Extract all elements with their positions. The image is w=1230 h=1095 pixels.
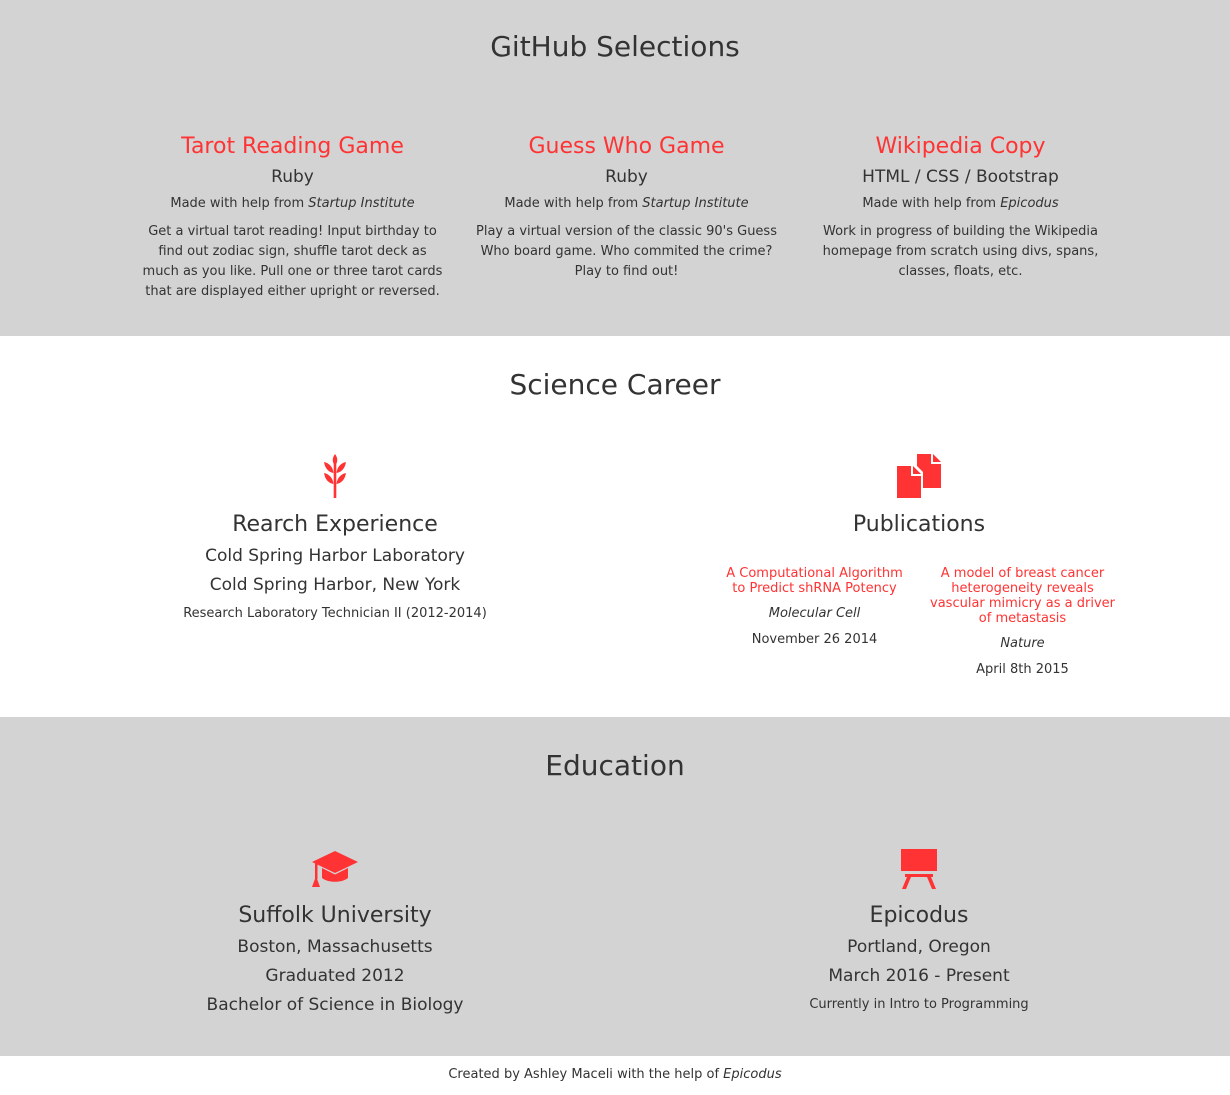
footer-org: Epicodus [723,1067,782,1082]
project-language: HTML / CSS / Bootstrap [862,167,1059,187]
research-experience: Rearch Experience Cold Spring Harbor Lab… [170,454,500,624]
project-description: Play a virtual version of the classic 90… [476,224,777,279]
help-prefix: Made with help from [170,196,305,211]
help-prefix: Made with help from [504,196,639,211]
school-degree: Bachelor of Science in Biology [206,995,464,1015]
project-title-link[interactable]: Tarot Reading Game [140,132,445,162]
section-title: Science Career [509,368,721,401]
school-name: Suffolk University [238,903,432,928]
footer: Created by Ashley Maceli with the help o… [0,1056,1230,1095]
research-title: Rearch Experience [232,512,438,537]
graduation-cap-icon [312,851,358,887]
research-org: Cold Spring Harbor Laboratory [205,546,465,566]
project-title-link[interactable]: Guess Who Game [474,132,779,162]
project-help: Made with help from Startup Institute [140,194,445,214]
footer-middle: with the help of [617,1067,720,1082]
project-description: Work in progress of building the Wikiped… [822,224,1099,279]
school-detail: March 2016 - Present [828,966,1010,986]
publication-date: November 26 2014 [751,632,878,647]
project-language: Ruby [271,167,314,187]
school-card: Epicodus Portland, Oregon March 2016 - P… [754,849,1084,1015]
footer-prefix: Created by [448,1067,520,1082]
project-description: Get a virtual tarot reading! Input birth… [142,224,443,299]
help-prefix: Made with help from [862,196,997,211]
publications-title: Publications [852,512,986,537]
help-org: Epicodus [1000,196,1059,211]
publication-title-link[interactable]: A Computational Algorithm to Predict shR… [722,566,907,596]
school-location: Portland, Oregon [847,937,991,957]
section-title: Education [545,749,685,782]
publications-block: Publications [754,454,1084,540]
footer-author: Ashley Maceli [524,1067,613,1082]
research-role: Research Laboratory Technician II (2012-… [183,606,487,621]
school-name: Epicodus [869,903,969,928]
publication-date: April 8th 2015 [976,662,1069,677]
school-card: Suffolk University Boston, Massachusetts… [170,849,500,1020]
github-section: GitHub Selections Tarot Reading Game Rub… [0,0,1230,336]
publication-journal: Nature [1000,636,1045,651]
project-card: Wikipedia Copy HTML / CSS / Bootstrap Ma… [808,132,1113,282]
publication-item: A model of breast cancer heterogeneity r… [930,566,1115,680]
education-section: Education Suffolk University Boston, Mas… [0,717,1230,1056]
project-help: Made with help from Startup Institute [474,194,779,214]
research-location: Cold Spring Harbor, New York [209,575,461,595]
project-card: Guess Who Game Ruby Made with help from … [474,132,779,282]
school-degree: Currently in Intro to Programming [809,997,1029,1012]
publication-title-link[interactable]: A model of breast cancer heterogeneity r… [930,566,1115,626]
section-title: GitHub Selections [490,30,740,63]
school-location: Boston, Massachusetts [237,937,433,957]
school-detail: Graduated 2012 [265,966,405,986]
easel-icon [901,849,937,889]
project-card: Tarot Reading Game Ruby Made with help f… [140,132,445,302]
science-section: Science Career Rearch Experience Cold Sp… [0,336,1230,717]
publication-journal: Molecular Cell [768,606,861,621]
wheat-icon [324,454,346,498]
project-language: Ruby [605,167,648,187]
help-org: Startup Institute [642,196,749,211]
publication-item: A Computational Algorithm to Predict shR… [722,566,907,650]
documents-icon [897,454,941,498]
project-title-link[interactable]: Wikipedia Copy [808,132,1113,162]
help-org: Startup Institute [308,196,415,211]
project-help: Made with help from Epicodus [808,194,1113,214]
